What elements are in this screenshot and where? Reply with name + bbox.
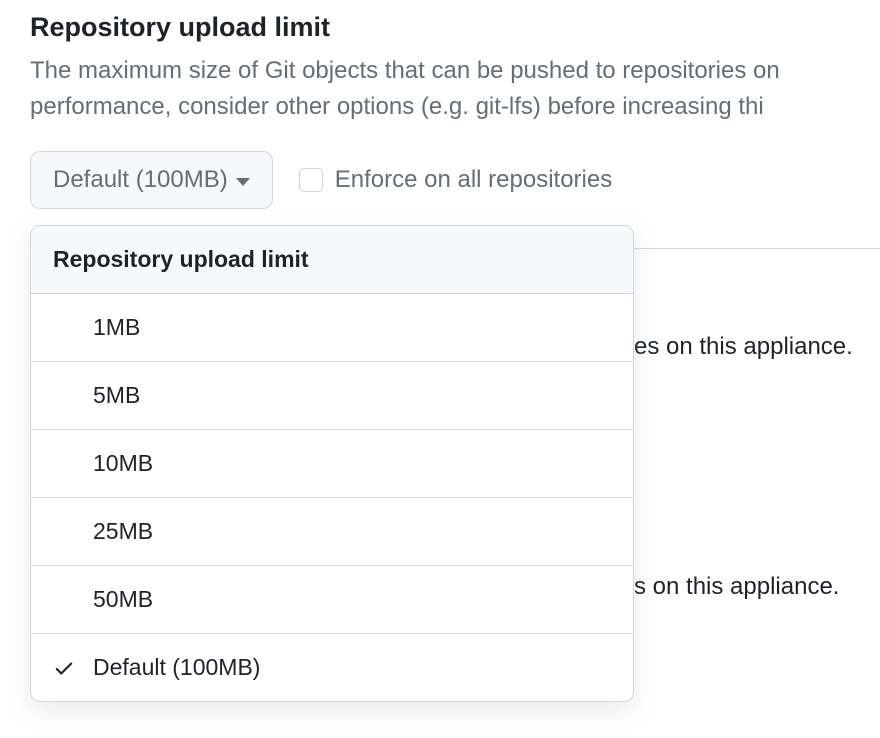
enforce-checkbox-label: Enforce on all repositories xyxy=(335,166,612,194)
controls-row: Default (100MB) Enforce on all repositor… xyxy=(30,151,880,209)
dropdown-item[interactable]: 25MB xyxy=(31,498,633,566)
dropdown-item-label: 5MB xyxy=(93,382,140,409)
dropdown-header: Repository upload limit xyxy=(31,226,633,294)
dropdown-item[interactable]: 5MB xyxy=(31,362,633,430)
desc-line-1: The maximum size of Git objects that can… xyxy=(30,57,780,84)
background-text-fragment: s on this appliance. xyxy=(634,573,839,601)
check-icon xyxy=(53,657,75,679)
dropdown-item[interactable]: 50MB xyxy=(31,566,633,634)
upload-limit-dropdown-button[interactable]: Default (100MB) xyxy=(30,151,273,209)
dropdown-item[interactable]: 10MB xyxy=(31,430,633,498)
background-text-fragment: es on this appliance. xyxy=(634,333,853,361)
section-heading: Repository upload limit xyxy=(30,12,880,43)
dropdown-current-label: Default (100MB) xyxy=(53,166,228,194)
dropdown-item-label: 1MB xyxy=(93,314,140,341)
upload-limit-dropdown-panel: Repository upload limit 1MB 5MB 10MB 25MB 50… xyxy=(30,225,634,702)
desc-line-2: performance, consider other options (e.g… xyxy=(30,93,764,120)
dropdown-item-label: 25MB xyxy=(93,518,153,545)
enforce-checkbox[interactable] xyxy=(299,168,323,192)
dropdown-item-label: 10MB xyxy=(93,450,153,477)
dropdown-item[interactable]: Default (100MB) xyxy=(31,634,633,701)
enforce-checkbox-wrap[interactable]: Enforce on all repositories xyxy=(299,166,612,194)
dropdown-item[interactable]: 1MB xyxy=(31,294,633,362)
section-description: The maximum size of Git objects that can… xyxy=(30,53,880,125)
caret-down-icon xyxy=(236,178,250,186)
dropdown-item-label: Default (100MB) xyxy=(93,654,260,681)
dropdown-item-label: 50MB xyxy=(93,586,153,613)
